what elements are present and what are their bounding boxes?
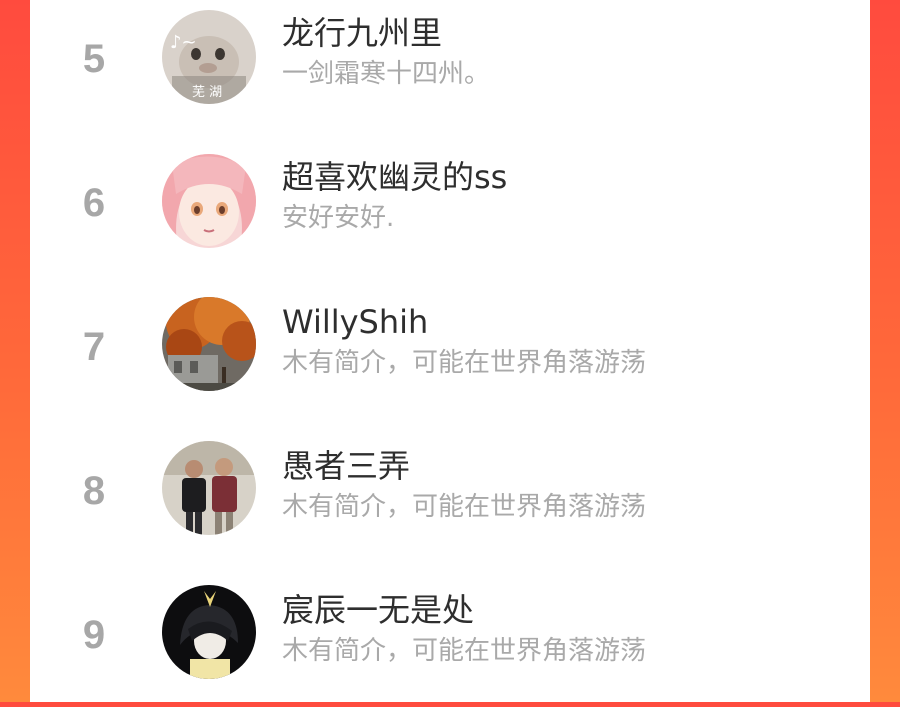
user-name[interactable]: 超喜欢幽灵的ss <box>282 157 507 197</box>
list-item[interactable]: 7 WillyShih 木有简介，可能在世界角落游荡 <box>30 275 870 419</box>
user-name[interactable]: WillyShih <box>282 302 428 342</box>
list-item[interactable]: 6 超喜欢幽灵的ss 安好安好. <box>30 131 870 275</box>
user-bio: 木有简介，可能在世界角落游荡 <box>282 636 647 666</box>
rank-number: 7 <box>82 324 106 369</box>
dark-character-avatar-image <box>162 585 256 679</box>
rank-number: 5 <box>82 36 106 81</box>
two-people-avatar-image <box>162 441 256 535</box>
user-name[interactable]: 龙行九州里 <box>282 13 442 53</box>
autumn-tree-avatar-image <box>162 297 256 391</box>
rank-number: 9 <box>82 612 106 657</box>
list-item[interactable]: 5 ♪~ 芜 湖 龙行九州里 一剑霜寒十四州。 <box>30 0 870 131</box>
avatar[interactable] <box>162 297 256 391</box>
avatar-caption: 芜 湖 <box>192 85 222 100</box>
user-bio: 木有简介，可能在世界角落游荡 <box>282 348 647 378</box>
user-bio: 一剑霜寒十四州。 <box>282 59 491 89</box>
cat-avatar-image: ♪~ 芜 湖 <box>162 10 256 104</box>
list-item[interactable]: 8 愚者三弄 木有简介，可能在世界角落游荡 <box>30 419 870 563</box>
avatar[interactable] <box>162 585 256 679</box>
avatar[interactable]: ♪~ 芜 湖 <box>162 10 256 104</box>
rank-number: 8 <box>82 468 106 513</box>
avatar-note: ♪~ <box>170 32 197 53</box>
rank-list-card: 5 ♪~ 芜 湖 龙行九州里 一剑霜寒十四州。 6 超喜欢幽灵的ss 安好安好.… <box>30 0 870 702</box>
rank-number: 6 <box>82 180 106 225</box>
anime-girl-avatar-image <box>162 154 256 248</box>
user-name[interactable]: 宸辰一无是处 <box>282 590 474 630</box>
user-name[interactable]: 愚者三弄 <box>282 446 410 486</box>
avatar[interactable] <box>162 154 256 248</box>
avatar[interactable] <box>162 441 256 535</box>
user-bio: 木有简介，可能在世界角落游荡 <box>282 492 647 522</box>
list-item[interactable]: 9 宸辰一无是处 木有简介，可能在世界角落游荡 <box>30 563 870 707</box>
user-bio: 安好安好. <box>282 203 395 233</box>
